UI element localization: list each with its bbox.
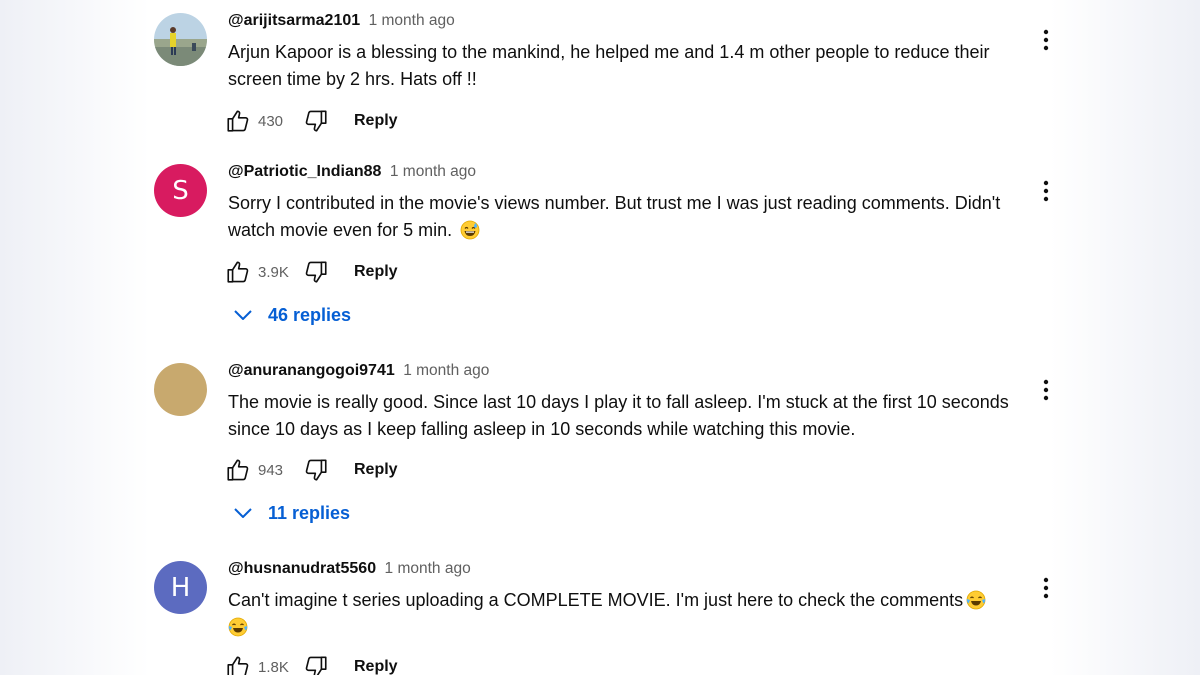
more-options-icon: [1043, 379, 1049, 401]
avatar[interactable]: [154, 363, 207, 416]
author-name[interactable]: @anuranangogoi9741: [228, 362, 395, 379]
dislike-button[interactable]: [302, 456, 330, 484]
comment-text: Arjun Kapoor is a blessing to the mankin…: [228, 39, 1028, 93]
comment-actions: 1.8K Reply: [224, 652, 398, 675]
like-count: 943: [258, 461, 284, 479]
avatar[interactable]: [154, 13, 207, 66]
author-name[interactable]: @husnanudrat5560: [228, 560, 376, 577]
dislike-icon: [305, 261, 327, 283]
avatar[interactable]: H: [154, 561, 207, 614]
more-options-button[interactable]: [1034, 573, 1058, 603]
dislike-icon: [305, 110, 327, 132]
timestamp[interactable]: 1 month ago: [390, 163, 476, 180]
like-button[interactable]: [224, 456, 252, 484]
more-options-icon: [1043, 180, 1049, 202]
reply-button[interactable]: Reply: [354, 112, 398, 130]
comment-text: The movie is really good. Since last 10 …: [228, 389, 1028, 443]
dislike-icon: [305, 656, 327, 675]
like-count: 1.8K: [258, 658, 289, 675]
like-icon: [227, 261, 249, 283]
timestamp[interactable]: 1 month ago: [369, 12, 455, 29]
timestamp[interactable]: 1 month ago: [385, 560, 471, 577]
comment-actions: 943 Reply: [224, 455, 398, 485]
comment-actions: 430 Reply: [224, 106, 398, 136]
avatar-letter: H: [170, 572, 191, 603]
more-options-icon: [1043, 29, 1049, 51]
more-options-button[interactable]: [1034, 375, 1058, 405]
tears-of-joy-emoji: [966, 590, 986, 610]
comment-text: Sorry I contributed in the movie's views…: [228, 190, 1028, 244]
like-icon: [227, 459, 249, 481]
reply-button[interactable]: Reply: [354, 658, 398, 675]
dislike-icon: [305, 459, 327, 481]
replies-count[interactable]: 11 replies: [268, 503, 350, 524]
author-name[interactable]: @Patriotic_Indian88: [228, 163, 381, 180]
timestamp[interactable]: 1 month ago: [403, 362, 489, 379]
author-name[interactable]: @arijitsarma2101: [228, 12, 360, 29]
comment-header: @anuranangogoi9741 1 month ago: [228, 362, 489, 380]
dislike-button[interactable]: [302, 107, 330, 135]
comment-body: The movie is really good. Since last 10 …: [228, 392, 1009, 439]
comment-header: @Patriotic_Indian88 1 month ago: [228, 163, 476, 181]
more-options-button[interactable]: [1034, 176, 1058, 206]
like-count: 430: [258, 112, 284, 130]
comment-body: Can't imagine t series uploading a COMPL…: [228, 590, 964, 610]
reply-button[interactable]: Reply: [354, 461, 398, 479]
like-icon: [227, 110, 249, 132]
tears-of-joy-emoji: [228, 617, 248, 637]
comment-header: @arijitsarma2101 1 month ago: [228, 12, 455, 30]
like-button[interactable]: [224, 258, 252, 286]
like-count: 3.9K: [258, 263, 289, 281]
replies-count[interactable]: 46 replies: [268, 305, 351, 326]
like-button[interactable]: [224, 107, 252, 135]
view-replies-button[interactable]: 46 replies: [232, 304, 351, 326]
comment-body: Arjun Kapoor is a blessing to the mankin…: [228, 42, 990, 89]
chevron-down-icon: [232, 304, 254, 326]
dislike-button[interactable]: [302, 258, 330, 286]
comment-header: @husnanudrat5560 1 month ago: [228, 560, 471, 578]
comment-body: Sorry I contributed in the movie's views…: [228, 193, 1001, 240]
reply-button[interactable]: Reply: [354, 263, 398, 281]
comment-actions: 3.9K Reply: [224, 257, 398, 287]
comment-text: Can't imagine t series uploading a COMPL…: [228, 587, 1028, 641]
more-options-button[interactable]: [1034, 25, 1058, 55]
grinning-sweat-emoji: [460, 220, 480, 240]
view-replies-button[interactable]: 11 replies: [232, 502, 350, 524]
avatar[interactable]: S: [154, 164, 207, 217]
avatar-letter: S: [172, 175, 189, 206]
comments-section: @arijitsarma2101 1 month ago Arjun Kapoo…: [0, 0, 1200, 675]
more-options-icon: [1043, 577, 1049, 599]
chevron-down-icon: [232, 502, 254, 524]
like-icon: [227, 656, 249, 675]
dislike-button[interactable]: [302, 653, 330, 675]
like-button[interactable]: [224, 653, 252, 675]
